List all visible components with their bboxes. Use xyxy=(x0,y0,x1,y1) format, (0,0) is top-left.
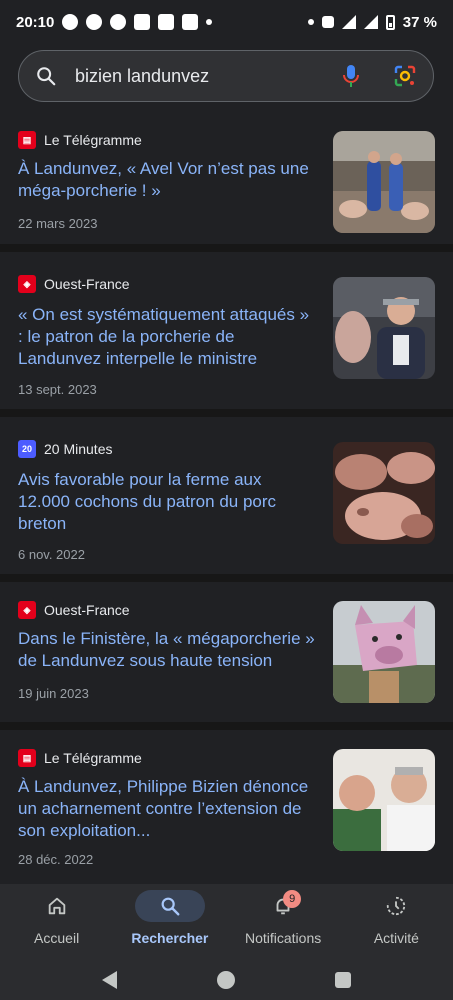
results-feed: ▤ Le Télégramme À Landunvez, « Avel Vor … xyxy=(0,114,453,870)
nav-label: Activité xyxy=(373,930,419,946)
recents-icon[interactable] xyxy=(335,972,351,988)
article-card[interactable]: ▤ Le Télégramme À Landunvez, « Avel Vor … xyxy=(0,114,453,252)
cast-icon xyxy=(182,14,199,30)
article-image[interactable] xyxy=(333,277,435,379)
battery-icon xyxy=(385,14,395,30)
article-date: 13 sept. 2023 xyxy=(18,382,97,397)
messenger-icon xyxy=(62,14,79,30)
search-icon xyxy=(134,890,205,922)
vibrate-icon xyxy=(321,16,334,28)
article-date: 6 nov. 2022 xyxy=(18,547,85,562)
gmail-icon xyxy=(134,14,151,30)
ouest-france-logo-icon: ◈ xyxy=(18,275,36,293)
ouest-france-logo-icon: ◈ xyxy=(18,601,36,619)
article-title[interactable]: Dans le Finistère, la « mégaporcherie » … xyxy=(18,628,318,672)
article-date: 28 déc. 2022 xyxy=(18,852,94,867)
status-time: 20:10 xyxy=(16,13,55,31)
article-image[interactable] xyxy=(333,131,435,233)
battery-level: 37 % xyxy=(402,13,437,31)
nav-item-activity[interactable]: Activité xyxy=(340,884,453,960)
article-date: 19 juin 2023 xyxy=(18,686,89,701)
wifi-icon xyxy=(341,15,356,29)
article-source: ◈ Ouest-France xyxy=(18,601,130,619)
article-title[interactable]: À Landunvez, « Avel Vor n’est pas une mé… xyxy=(18,158,318,202)
back-icon[interactable] xyxy=(102,971,117,989)
article-image[interactable] xyxy=(333,749,435,851)
note-icon xyxy=(158,14,175,30)
telegramme-logo-icon: ▤ xyxy=(18,749,36,767)
app-icon xyxy=(86,14,103,30)
notification-badge: 9 xyxy=(283,890,302,908)
nav-item-search[interactable]: Rechercher xyxy=(113,884,226,960)
search-bar[interactable]: bizien landunvez xyxy=(18,50,434,102)
status-bar: 20:10 37 % xyxy=(0,0,453,44)
bottom-nav: Accueil Rechercher 9 Notifications Activ… xyxy=(0,884,453,960)
bluetooth-icon xyxy=(307,19,314,25)
telegramme-logo-icon: ▤ xyxy=(18,131,36,149)
nav-item-home[interactable]: Accueil xyxy=(0,884,113,960)
20-minutes-logo-icon: 20 xyxy=(18,440,36,458)
activity-icon xyxy=(361,890,431,922)
article-title[interactable]: « On est systématiquement attaqués » : l… xyxy=(18,304,318,370)
circle-icon xyxy=(110,14,127,30)
article-card[interactable]: ▤ Le Télégramme À Landunvez, Philippe Bi… xyxy=(0,730,453,870)
nav-item-notifications[interactable]: 9 Notifications xyxy=(227,884,340,960)
lens-icon[interactable] xyxy=(393,64,417,88)
mic-icon[interactable] xyxy=(343,64,359,88)
home-circle-icon[interactable] xyxy=(217,971,235,989)
article-title[interactable]: Avis favorable pour la ferme aux 12.000 … xyxy=(18,469,318,535)
search-icon xyxy=(35,65,57,87)
article-card[interactable]: 20 20 Minutes Avis favorable pour la fer… xyxy=(0,417,453,582)
article-source: ▤ Le Télégramme xyxy=(18,131,142,149)
article-date: 22 mars 2023 xyxy=(18,216,98,231)
nav-label: Notifications xyxy=(244,930,322,946)
article-title[interactable]: À Landunvez, Philippe Bizien dénonce un … xyxy=(18,776,318,842)
article-source: 20 20 Minutes xyxy=(18,440,112,458)
article-source: ▤ Le Télégramme xyxy=(18,749,142,767)
article-card[interactable]: ◈ Ouest-France Dans le Finistère, la « m… xyxy=(0,582,453,730)
home-icon xyxy=(22,890,92,922)
signal-icon xyxy=(363,15,378,29)
article-card[interactable]: ◈ Ouest-France « On est systématiquement… xyxy=(0,252,453,417)
nav-label: Accueil xyxy=(34,930,80,946)
nav-label: Rechercher xyxy=(131,930,209,946)
article-source: ◈ Ouest-France xyxy=(18,275,130,293)
system-nav-bar xyxy=(0,960,453,1000)
more-dot-icon xyxy=(206,19,213,25)
search-input[interactable]: bizien landunvez xyxy=(75,66,343,87)
article-image[interactable] xyxy=(333,442,435,544)
article-image[interactable] xyxy=(333,601,435,703)
